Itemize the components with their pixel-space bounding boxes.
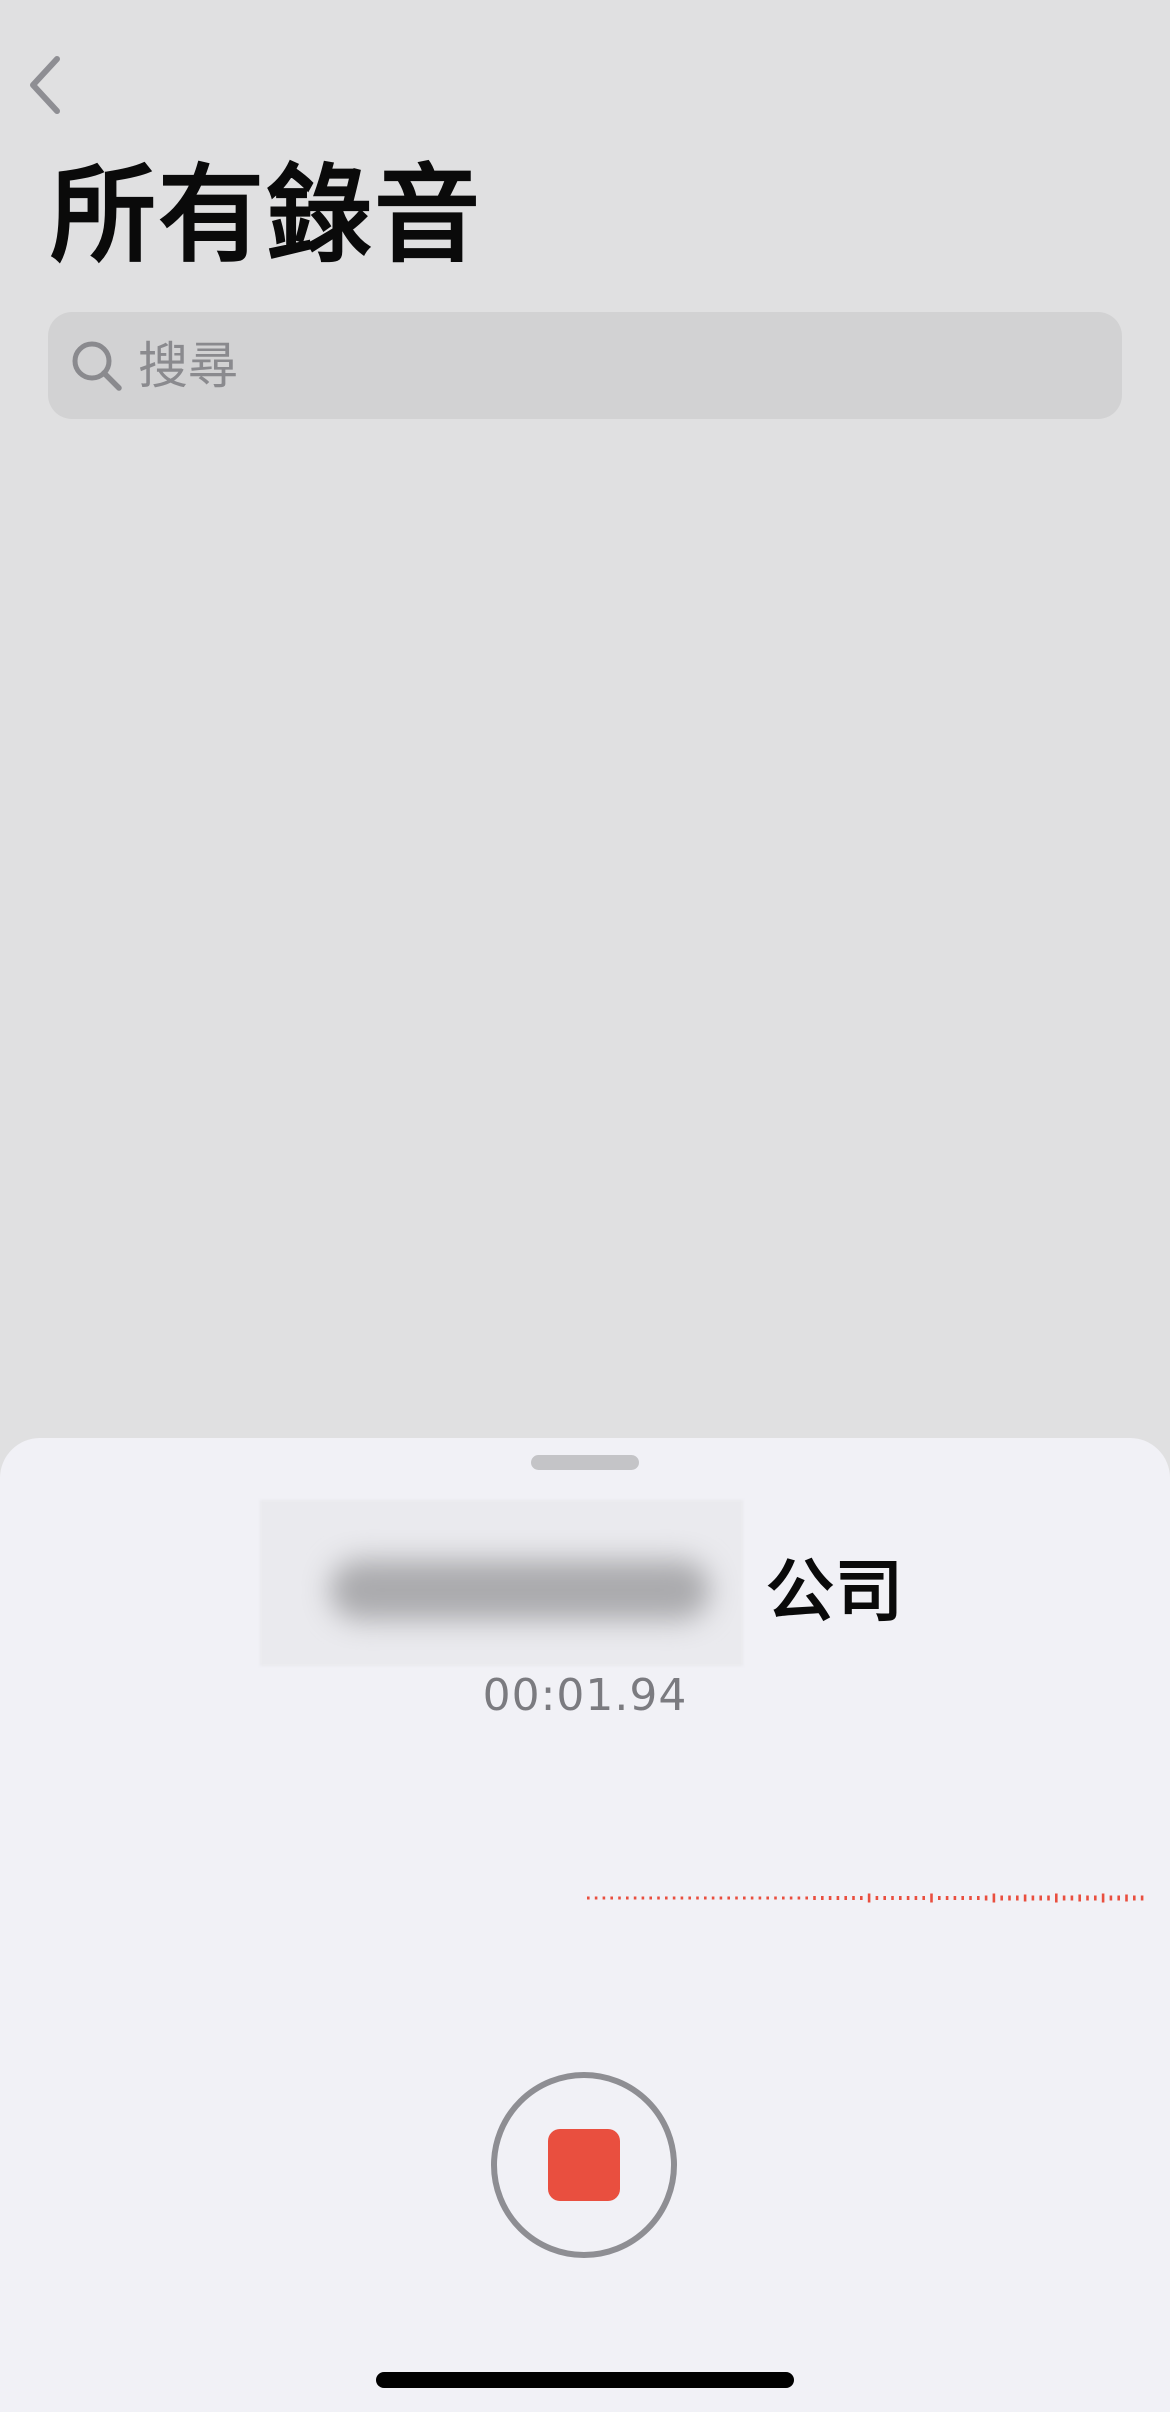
waveform-sample	[633, 1896, 637, 1900]
sheet-grabber[interactable]	[531, 1455, 639, 1470]
waveform-sample	[1101, 1893, 1105, 1903]
waveform-sample	[680, 1896, 684, 1900]
waveform-sample	[1047, 1895, 1050, 1901]
elapsed-timer: 00:01.94	[482, 1670, 688, 1721]
waveform-sample	[1023, 1894, 1027, 1902]
waveform-sample	[672, 1896, 676, 1900]
waveform-sample	[852, 1896, 855, 1900]
back-button[interactable]	[20, 50, 70, 120]
waveform-sample	[782, 1896, 785, 1900]
waveform-sample	[1055, 1893, 1058, 1903]
waveform-sample	[860, 1896, 863, 1900]
waveform-sample	[641, 1896, 645, 1900]
waveform-sample	[1117, 1895, 1120, 1901]
waveform-sample	[727, 1896, 730, 1900]
search-bar[interactable]	[48, 312, 1122, 419]
waveform-sample	[844, 1896, 847, 1900]
waveform-sample	[618, 1896, 621, 1900]
waveform-sample	[594, 1896, 598, 1900]
recording-sheet: 公司 00:01.94	[0, 1438, 1170, 2412]
waveform-sample	[821, 1896, 824, 1900]
waveform-sample	[735, 1896, 738, 1900]
waveform-sample	[602, 1896, 606, 1900]
waveform-sample	[789, 1896, 793, 1900]
waveform-sample	[977, 1896, 980, 1900]
waveform-sample	[828, 1896, 832, 1900]
waveform-sample	[1094, 1895, 1097, 1901]
waveform-sample	[1062, 1895, 1066, 1901]
waveform-sample	[914, 1896, 918, 1900]
waveform-sample	[930, 1893, 933, 1903]
waveform-sample	[587, 1896, 590, 1900]
waveform-sample	[875, 1896, 879, 1900]
waveform-sample	[1000, 1895, 1003, 1901]
waveform-sample	[766, 1896, 769, 1900]
recording-title[interactable]: 公司	[260, 1500, 910, 1670]
waveform-sample	[867, 1893, 871, 1903]
stop-recording-button[interactable]	[491, 2072, 677, 2258]
waveform-sample	[1086, 1895, 1089, 1901]
waveform-sample	[984, 1895, 988, 1901]
waveform-sample	[961, 1896, 964, 1900]
waveform-sample	[805, 1896, 808, 1900]
waveform-sample	[1008, 1895, 1011, 1901]
waveform-sample	[1070, 1895, 1074, 1901]
home-indicator	[376, 2372, 794, 2388]
waveform-sample	[836, 1896, 840, 1900]
waveform-sample	[750, 1896, 754, 1900]
waveform	[587, 1893, 1144, 1903]
search-icon	[72, 341, 122, 391]
waveform-sample	[945, 1896, 949, 1900]
waveform-sample	[704, 1896, 707, 1900]
waveform-sample	[1125, 1894, 1128, 1902]
waveform-sample	[665, 1896, 668, 1900]
waveform-sample	[1031, 1895, 1035, 1901]
stop-icon	[548, 2129, 620, 2201]
waveform-sample	[906, 1896, 910, 1900]
waveform-sample	[953, 1896, 957, 1900]
redacted-title-blur	[260, 1500, 743, 1666]
waveform-sample	[1109, 1895, 1113, 1901]
waveform-sample	[938, 1896, 941, 1900]
waveform-sample	[992, 1893, 996, 1903]
chevron-left-icon	[30, 56, 60, 114]
waveform-sample	[657, 1896, 660, 1900]
waveform-sample	[1133, 1895, 1136, 1901]
waveform-sample	[1039, 1895, 1042, 1901]
waveform-sample	[797, 1896, 801, 1900]
waveform-sample	[711, 1896, 715, 1900]
waveform-sample	[649, 1896, 652, 1900]
waveform-sample	[610, 1896, 613, 1900]
waveform-sample	[969, 1896, 972, 1900]
waveform-sample	[774, 1896, 777, 1900]
waveform-sample	[626, 1896, 629, 1900]
waveform-sample	[688, 1896, 691, 1900]
waveform-sample	[696, 1896, 699, 1900]
waveform-sample	[1078, 1894, 1081, 1902]
waveform-sample	[743, 1896, 746, 1900]
waveform-sample	[1016, 1895, 1019, 1901]
page-title: 所有錄音	[50, 154, 482, 277]
waveform-sample	[1140, 1895, 1144, 1901]
waveform-sample	[813, 1896, 816, 1900]
recording-title-text: 公司	[765, 1552, 904, 1632]
waveform-sample	[899, 1896, 902, 1900]
waveform-sample	[758, 1896, 762, 1900]
waveform-sample	[883, 1896, 886, 1900]
waveform-sample	[891, 1896, 894, 1900]
waveform-sample	[719, 1896, 723, 1900]
waveform-sample	[922, 1896, 925, 1900]
search-input[interactable]	[138, 336, 1038, 395]
